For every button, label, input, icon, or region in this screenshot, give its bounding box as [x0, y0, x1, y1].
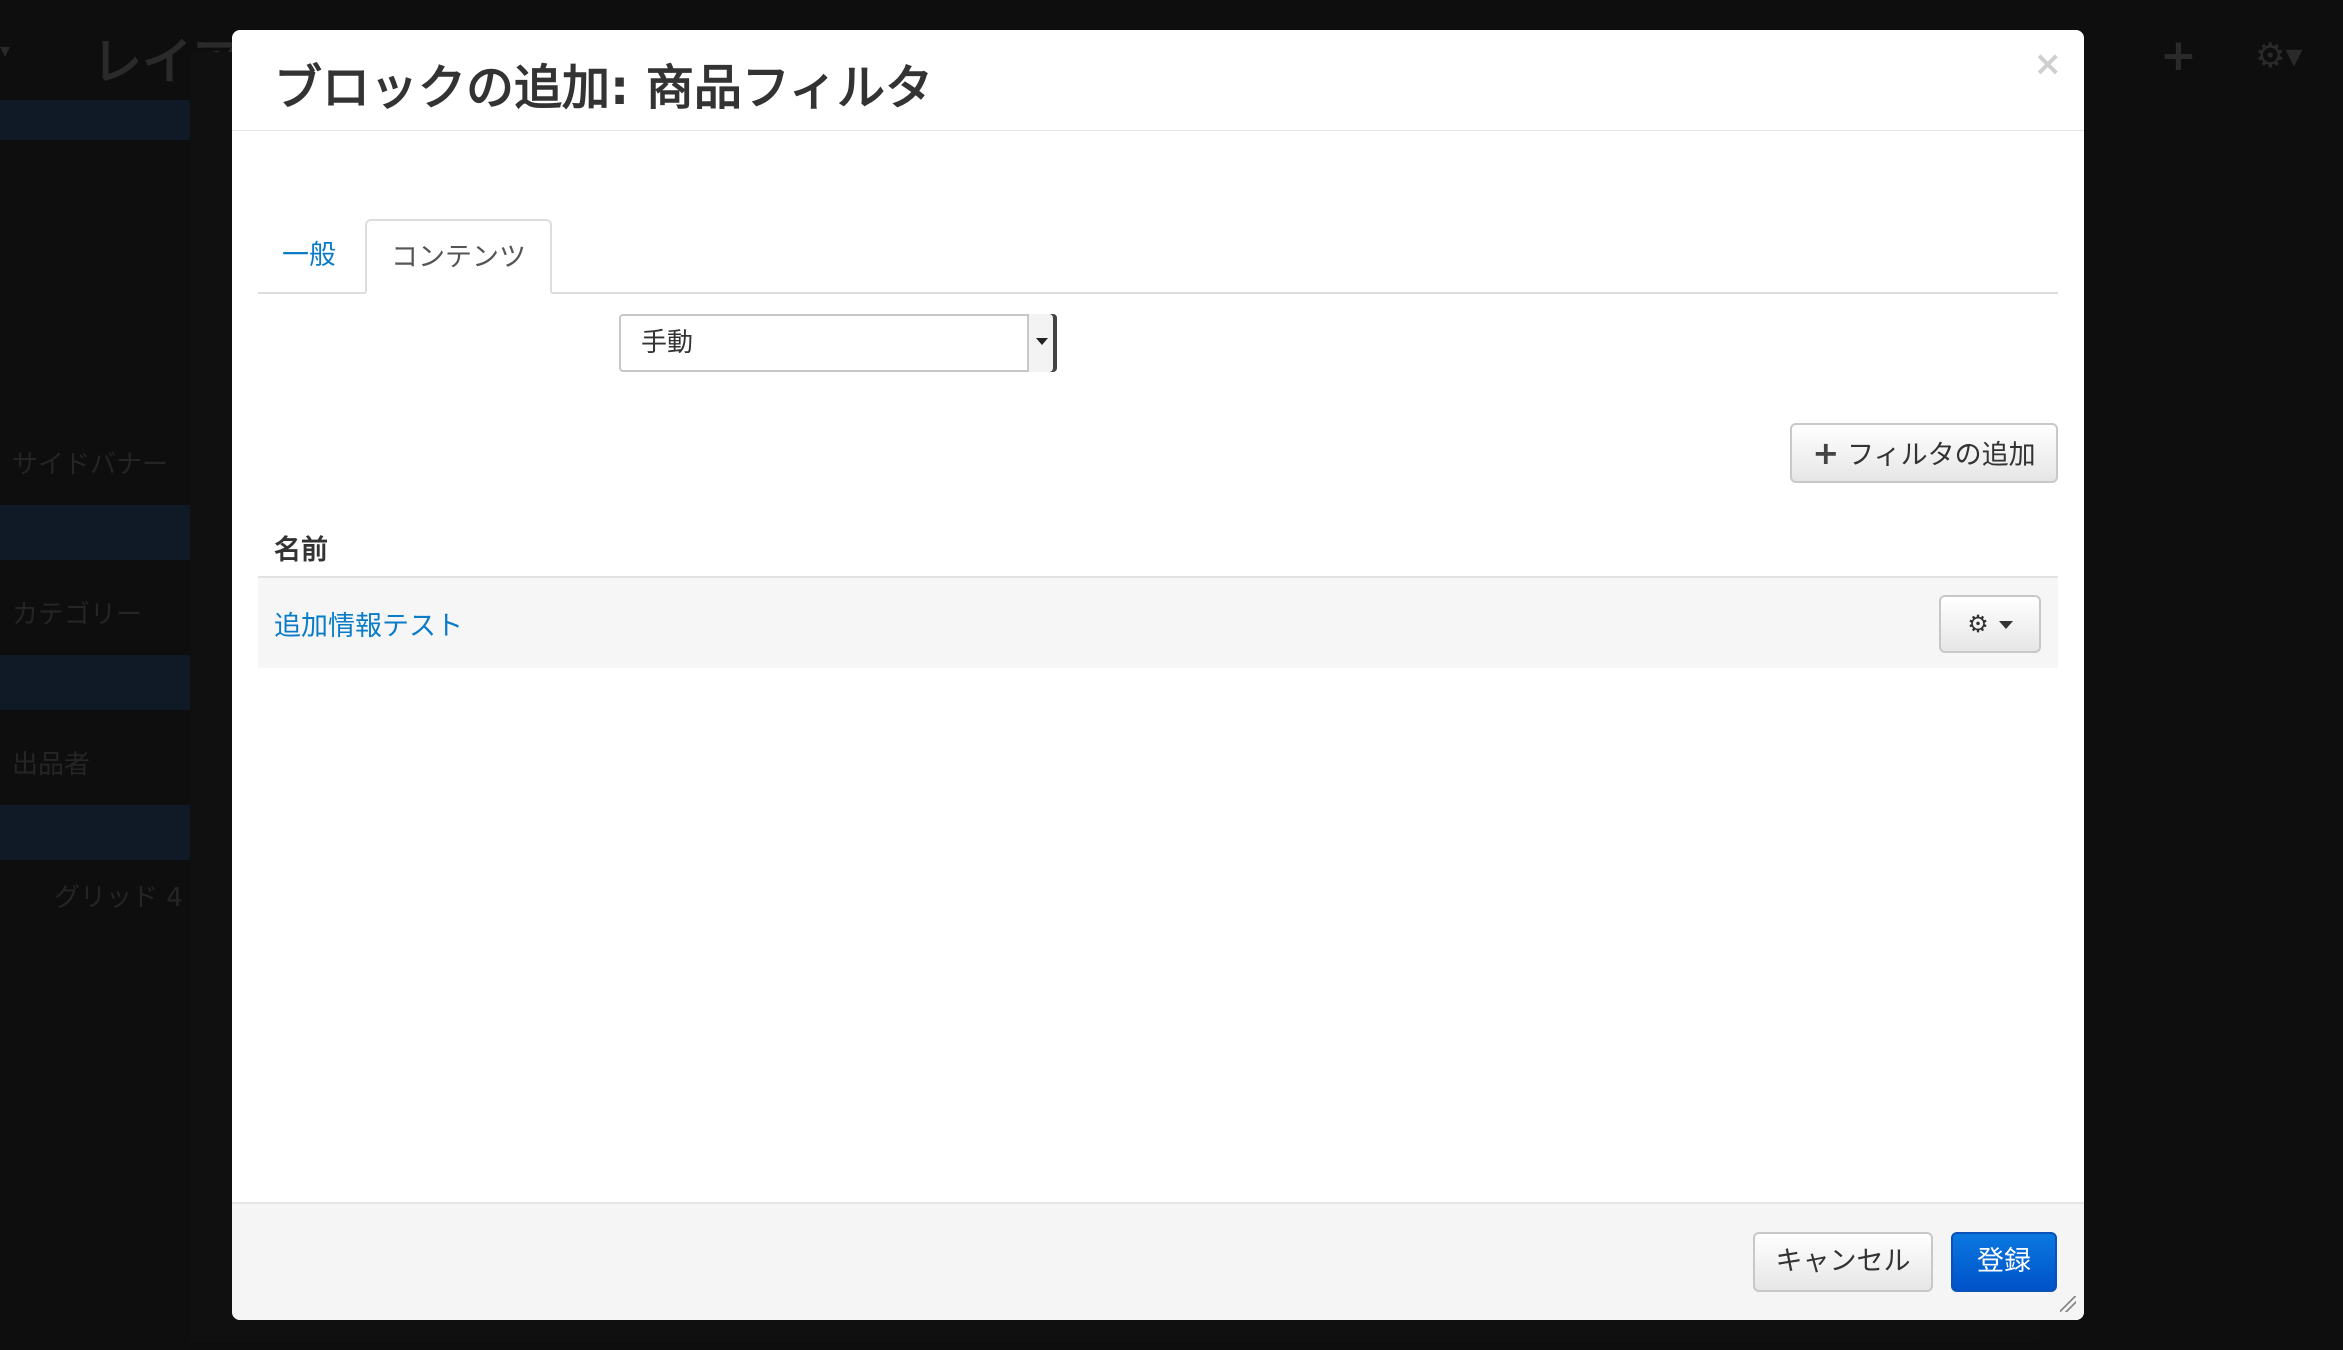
chevron-down-icon — [1998, 621, 2013, 629]
add-filter-button[interactable]: + フィルタの追加 — [1790, 423, 2058, 483]
display-content-value: 手動 — [641, 328, 694, 358]
tab-bar: 一般 コンテンツ — [258, 187, 2058, 294]
tab-content[interactable]: コンテンツ — [365, 219, 552, 294]
plus-icon: + — [1812, 434, 1840, 472]
gear-icon: ⚙ — [1967, 610, 1989, 638]
bg-stripe — [0, 655, 200, 710]
dialog-footer: キャンセル 登録 — [232, 1202, 2084, 1320]
bg-gear-icon: ⚙▾ — [2255, 36, 2303, 76]
display-content-select[interactable]: 手動 — [619, 314, 1057, 372]
bg-stripe — [0, 100, 200, 140]
column-header-name: 名前 — [274, 535, 328, 566]
bg-plus-icon: + — [2160, 30, 2197, 81]
submit-button[interactable]: 登録 — [1951, 1232, 2057, 1292]
row-actions-button[interactable]: ⚙ — [1939, 595, 2041, 653]
bg-side-label: サイドバナー — [12, 450, 169, 480]
resize-handle-icon[interactable] — [2060, 1296, 2076, 1312]
table-row: 追加情報テスト ⚙ — [258, 576, 2058, 668]
bg-stripe — [0, 505, 200, 560]
select-arrow-icon[interactable] — [1027, 314, 1057, 372]
cancel-button[interactable]: キャンセル — [1753, 1232, 1933, 1292]
add-block-dialog: ブロックの追加: 商品フィルタ × 一般 コンテンツ 表示内容 手動 +フィルタ… — [232, 30, 2084, 1320]
tab-general[interactable]: 一般 — [258, 219, 360, 294]
filter-name-link[interactable]: 追加情報テスト — [274, 604, 463, 643]
dialog-header: ブロックの追加: 商品フィルタ × — [232, 30, 2084, 131]
bg-side-sub-label: グリッド 4 — [54, 883, 183, 913]
bg-side-label: 出品者 — [12, 750, 91, 780]
add-filter-label: フィルタの追加 — [1847, 440, 2036, 471]
bg-side-label: カテゴリー — [12, 600, 143, 630]
close-icon[interactable]: × — [2034, 44, 2063, 84]
dialog-title: ブロックの追加: 商品フィルタ — [274, 60, 933, 116]
bg-stripe — [0, 805, 200, 860]
bg-menu-caret-icon: ▾ — [0, 38, 11, 62]
